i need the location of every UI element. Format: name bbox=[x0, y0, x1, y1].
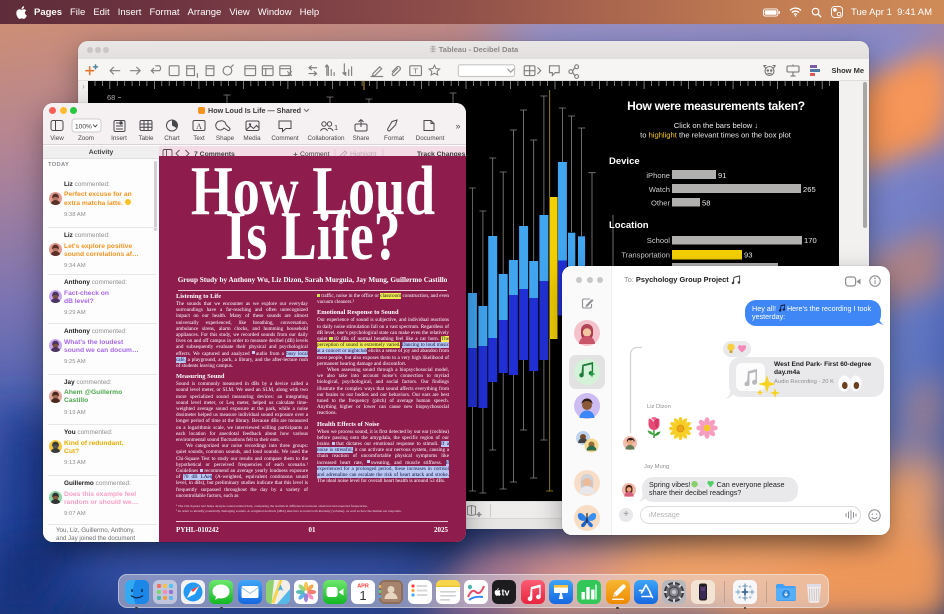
svg-text:»: » bbox=[455, 121, 460, 131]
svg-text:68: 68 bbox=[107, 93, 115, 102]
svg-text:58: 58 bbox=[702, 199, 710, 208]
svg-text:iPhone: iPhone bbox=[646, 171, 670, 180]
svg-text:Transportation: Transportation bbox=[621, 251, 670, 260]
svg-text:Table: Table bbox=[138, 135, 154, 142]
svg-text:Media: Media bbox=[243, 135, 261, 142]
svg-text:A: A bbox=[196, 122, 202, 131]
svg-text:100%: 100% bbox=[75, 123, 92, 130]
svg-text:to highlight the relevant time: to highlight the relevant times on the b… bbox=[640, 131, 792, 140]
svg-text:265: 265 bbox=[803, 185, 816, 194]
svg-text:91: 91 bbox=[718, 171, 726, 180]
svg-text:Shape: Shape bbox=[216, 135, 235, 142]
svg-text:Zoom: Zoom bbox=[78, 135, 94, 142]
svg-text:170: 170 bbox=[804, 236, 817, 245]
svg-text:Format: Format bbox=[384, 135, 404, 142]
svg-text:Comment: Comment bbox=[271, 135, 299, 142]
svg-text:Device: Device bbox=[609, 156, 640, 167]
svg-text:How were measurements taken?: How were measurements taken? bbox=[627, 99, 805, 113]
svg-text:Other: Other bbox=[651, 199, 670, 208]
svg-text:School: School bbox=[647, 236, 671, 245]
svg-text:tv: tv bbox=[502, 588, 510, 598]
svg-text:Text: Text bbox=[193, 135, 205, 142]
svg-text:T: T bbox=[413, 67, 418, 76]
svg-text:1: 1 bbox=[359, 588, 366, 603]
svg-text:Insert: Insert bbox=[111, 135, 127, 142]
svg-text:View: View bbox=[50, 135, 64, 142]
svg-text:1: 1 bbox=[334, 123, 338, 132]
svg-text:Share: Share bbox=[353, 135, 370, 142]
svg-text:Click on the bars below ↓: Click on the bars below ↓ bbox=[674, 121, 758, 130]
svg-text:93: 93 bbox=[744, 251, 752, 260]
svg-text:Chart: Chart bbox=[164, 135, 180, 142]
svg-text:Collaboration: Collaboration bbox=[307, 135, 345, 142]
svg-text:Watch: Watch bbox=[649, 185, 670, 194]
svg-text:Location: Location bbox=[609, 220, 649, 231]
svg-text:Document: Document bbox=[416, 135, 445, 142]
